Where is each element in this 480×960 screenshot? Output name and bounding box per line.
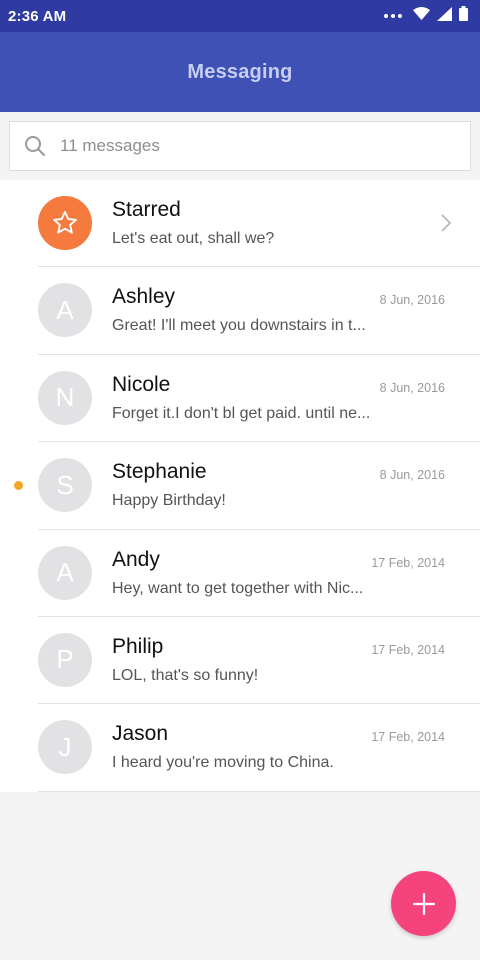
- conversation-name: Philip: [112, 634, 164, 658]
- unread-indicator: [14, 481, 23, 491]
- status-time: 2:36 AM: [8, 7, 67, 25]
- conversation-date: 17 Feb, 2014: [371, 730, 445, 745]
- search-icon: [24, 135, 46, 157]
- conversation-preview: Forget it.I don't bl get paid. until ne.…: [112, 404, 371, 422]
- conversation-name: Andy: [112, 547, 160, 571]
- page-title: Messaging: [187, 60, 293, 83]
- app-bar: Messaging: [0, 32, 480, 112]
- search-input[interactable]: 11 messages: [9, 121, 471, 171]
- conversation-preview: Hey, want to get together with Nic...: [112, 579, 364, 597]
- list-item-stephanie[interactable]: S Stephanie 8 Jun, 2016 Happy Birthday!: [0, 442, 480, 530]
- divider: [38, 790, 480, 792]
- conversation-list: Starred Let's eat out, shall we? A Ashle…: [0, 180, 480, 792]
- star-icon: [53, 210, 77, 234]
- conversation-preview: Let's eat out, shall we?: [112, 230, 275, 247]
- conversation-preview: Happy Birthday!: [112, 492, 226, 510]
- list-item-philip[interactable]: P Philip 17 Feb, 2014 LOL, that's so fun…: [0, 617, 480, 705]
- conversation-date: 17 Feb, 2014: [371, 642, 445, 657]
- conversation-name: Nicole: [112, 372, 171, 396]
- starred-avatar: [38, 196, 92, 250]
- avatar: A: [38, 545, 92, 600]
- avatar: P: [38, 632, 92, 687]
- conversation-date: 8 Jun, 2016: [379, 293, 445, 308]
- search-placeholder: 11 messages: [60, 136, 160, 155]
- avatar: S: [38, 458, 92, 513]
- list-item-nicole[interactable]: N Nicole 8 Jun, 2016 Forget it.I don't b…: [0, 355, 480, 443]
- battery-icon: [459, 6, 468, 26]
- new-message-button[interactable]: [391, 871, 456, 936]
- signal-icon: [437, 6, 452, 26]
- conversation-date: 8 Jun, 2016: [379, 380, 445, 395]
- avatar: A: [38, 283, 92, 338]
- conversation-preview: I heard you're moving to China.: [112, 754, 334, 772]
- conversation-date: 17 Feb, 2014: [371, 555, 445, 570]
- wifi-icon: [413, 7, 430, 25]
- status-bar: 2:36 AM: [0, 0, 480, 32]
- conversation-name: Starred: [112, 198, 181, 221]
- list-item-jason[interactable]: J Jason 17 Feb, 2014 I heard you're movi…: [0, 704, 480, 792]
- conversation-preview: Great! I'll meet you downstairs in t...: [112, 317, 366, 335]
- more-notifications-icon: [384, 14, 402, 18]
- conversation-date: 8 Jun, 2016: [379, 468, 445, 483]
- search-area: 11 messages: [0, 112, 480, 180]
- plus-icon: [412, 892, 435, 915]
- status-icons: [384, 6, 468, 26]
- conversation-name: Jason: [112, 722, 169, 746]
- chevron-right-icon: [440, 213, 452, 233]
- list-item-andy[interactable]: A Andy 17 Feb, 2014 Hey, want to get tog…: [0, 530, 480, 617]
- conversation-name: Ashley: [112, 285, 176, 309]
- conversation-name: Stephanie: [112, 460, 207, 484]
- list-item-ashley[interactable]: A Ashley 8 Jun, 2016 Great! I'll meet yo…: [0, 267, 480, 355]
- avatar: N: [38, 370, 92, 425]
- list-item-starred[interactable]: Starred Let's eat out, shall we?: [0, 180, 480, 268]
- avatar: J: [38, 720, 92, 775]
- conversation-preview: LOL, that's so funny!: [112, 666, 259, 684]
